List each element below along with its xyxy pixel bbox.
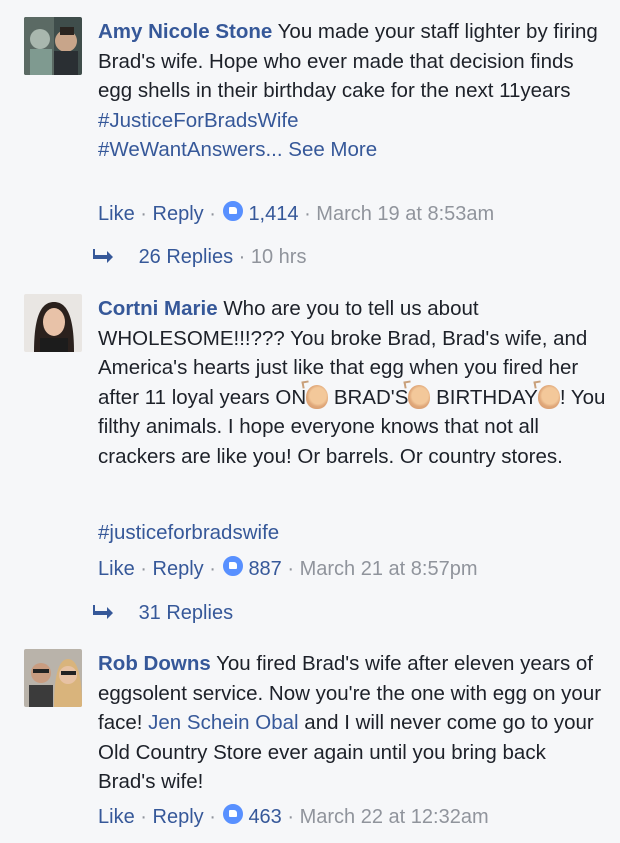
reply-link[interactable]: Reply bbox=[153, 558, 204, 580]
comment-actions: Like · Reply · 887 · March 21 at 8:57pm bbox=[98, 554, 477, 583]
hashtag-line: #justiceforbradswife bbox=[98, 518, 608, 548]
replies-count-link[interactable]: 31 Replies bbox=[139, 602, 234, 624]
clapping-hands-icon bbox=[408, 384, 431, 409]
like-link[interactable]: Like bbox=[98, 203, 135, 225]
hashtag[interactable]: #justiceforbradswife bbox=[98, 521, 279, 544]
hashtag[interactable]: #JusticeForBradsWife bbox=[98, 106, 608, 136]
separator: · bbox=[304, 203, 311, 225]
replies-age: 10 hrs bbox=[250, 246, 307, 268]
separator: · bbox=[287, 558, 295, 580]
avatar[interactable] bbox=[24, 17, 82, 75]
reply-arrow-icon bbox=[93, 243, 133, 271]
mention-link[interactable]: Jen Schein Obal bbox=[148, 711, 298, 734]
separator: · bbox=[209, 558, 216, 580]
like-link[interactable]: Like bbox=[98, 806, 135, 828]
replies-row[interactable]: 31 Replies bbox=[93, 599, 233, 627]
separator: · bbox=[287, 806, 295, 828]
separator: · bbox=[140, 203, 147, 225]
comment-author[interactable]: Cortni Marie bbox=[98, 297, 218, 320]
like-thumb-icon[interactable] bbox=[221, 554, 246, 578]
timestamp[interactable]: March 21 at 8:57pm bbox=[300, 558, 478, 580]
hashtag[interactable]: #WeWantAnswers... bbox=[98, 138, 283, 161]
like-thumb-icon[interactable] bbox=[221, 199, 246, 223]
reaction-count[interactable]: 887 bbox=[248, 558, 281, 580]
comment-body: Rob Downs You fired Brad's wife after el… bbox=[98, 649, 608, 797]
separator: · bbox=[209, 806, 216, 828]
reaction-count[interactable]: 1,414 bbox=[248, 203, 298, 225]
timestamp[interactable]: March 22 at 12:32am bbox=[300, 806, 489, 828]
comment-author[interactable]: Rob Downs bbox=[98, 652, 211, 675]
comment-author[interactable]: Amy Nicole Stone bbox=[98, 20, 272, 43]
clapping-hands-icon bbox=[537, 384, 560, 409]
see-more-link[interactable]: See More bbox=[288, 138, 377, 161]
avatar[interactable] bbox=[24, 649, 82, 707]
like-link[interactable]: Like bbox=[98, 558, 135, 580]
comment-actions: Like · Reply · 1,414 · March 19 at 8:53a… bbox=[98, 199, 494, 228]
comment-text: BIRTHDAY bbox=[436, 385, 538, 409]
avatar[interactable] bbox=[24, 294, 82, 352]
separator: · bbox=[140, 806, 147, 828]
comment-text: BRAD'S bbox=[333, 385, 409, 409]
replies-row[interactable]: 26 Replies · 10 hrs bbox=[93, 243, 306, 271]
separator: · bbox=[209, 203, 216, 225]
like-thumb-icon[interactable] bbox=[221, 802, 246, 826]
reply-link[interactable]: Reply bbox=[153, 203, 204, 225]
replies-count-link[interactable]: 26 Replies bbox=[139, 246, 234, 268]
timestamp[interactable]: March 19 at 8:53am bbox=[316, 203, 494, 225]
comment-body: Cortni Marie Who are you to tell us abou… bbox=[98, 294, 608, 471]
reply-link[interactable]: Reply bbox=[153, 806, 204, 828]
comment-actions: Like · Reply · 463 · March 22 at 12:32am bbox=[98, 802, 489, 831]
reply-arrow-icon bbox=[93, 599, 133, 627]
separator: · bbox=[140, 558, 147, 580]
reaction-count[interactable]: 463 bbox=[248, 806, 281, 828]
clapping-hands-icon bbox=[306, 384, 329, 409]
separator: · bbox=[238, 246, 246, 268]
comment-body: Amy Nicole Stone You made your staff lig… bbox=[98, 17, 608, 165]
